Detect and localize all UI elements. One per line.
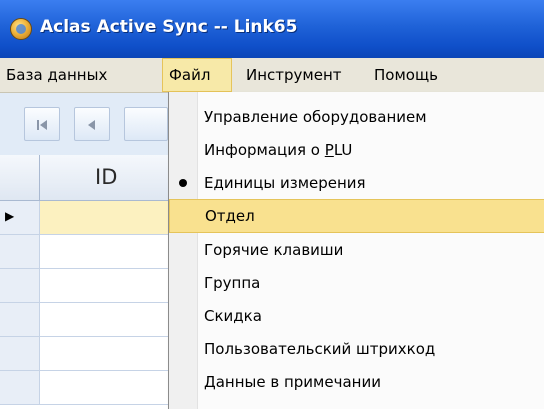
menu-item-hotkeys[interactable]: Горячие клавиши xyxy=(169,233,544,267)
grid-corner-header xyxy=(0,155,40,201)
title-bar[interactable]: Aclas Active Sync -- Link65 xyxy=(0,0,544,58)
menu-bar: База данных Файл Инструмент Помощь xyxy=(0,58,544,93)
menu-item-equipment-management[interactable]: Управление оборудованием xyxy=(169,100,544,134)
menu-item-label: Пользовательский штрихкод xyxy=(204,340,436,358)
menu-database[interactable]: База данных xyxy=(6,58,107,92)
menu-item-label: Данные в примечании xyxy=(204,373,381,391)
menu-item-note-data[interactable]: Данные в примечании xyxy=(169,365,544,399)
window-title: Aclas Active Sync -- Link65 xyxy=(40,17,298,37)
first-record-icon xyxy=(37,120,47,130)
menu-file[interactable]: Файл xyxy=(162,58,232,92)
row-selector[interactable] xyxy=(0,269,40,302)
row-selector[interactable] xyxy=(0,303,40,336)
checked-bullet-icon xyxy=(179,179,187,187)
menu-item-department[interactable]: Отдел xyxy=(169,199,544,233)
row-selector[interactable]: ▶ xyxy=(0,201,40,234)
row-selector[interactable] xyxy=(0,371,40,404)
first-record-button[interactable] xyxy=(24,107,60,141)
menu-tools[interactable]: Инструмент xyxy=(246,58,342,92)
menu-item-label: Горячие клавиши xyxy=(204,241,344,259)
menu-item-custom-barcode[interactable]: Пользовательский штрихкод xyxy=(169,332,544,366)
column-header-label: ID xyxy=(95,165,118,189)
current-row-indicator-icon: ▶ xyxy=(5,209,15,223)
menu-help[interactable]: Помощь xyxy=(374,58,438,92)
row-selector[interactable] xyxy=(0,337,40,370)
row-selector[interactable] xyxy=(0,235,40,268)
menu-item-group[interactable]: Группа xyxy=(169,266,544,300)
menu-item-label: Информация о PLU xyxy=(204,141,353,159)
previous-record-button[interactable] xyxy=(74,107,110,141)
menu-item-label: Скидка xyxy=(204,307,262,325)
previous-record-icon xyxy=(88,120,95,130)
menu-item-label: Группа xyxy=(204,274,261,292)
menu-item-units[interactable]: Единицы измерения xyxy=(169,166,544,200)
aclas-app-icon[interactable] xyxy=(10,18,32,40)
menu-item-label: Управление оборудованием xyxy=(204,108,427,126)
navigator-button[interactable] xyxy=(124,107,168,141)
file-menu-dropdown: Управление оборудованием Информация о PL… xyxy=(168,92,544,409)
menu-item-plu-info[interactable]: Информация о PLU xyxy=(169,133,544,167)
menu-item-label: Единицы измерения xyxy=(204,174,366,192)
menu-item-label: Отдел xyxy=(205,207,255,225)
mnemonic-letter: P xyxy=(324,141,334,159)
menu-item-discount[interactable]: Скидка xyxy=(169,299,544,333)
